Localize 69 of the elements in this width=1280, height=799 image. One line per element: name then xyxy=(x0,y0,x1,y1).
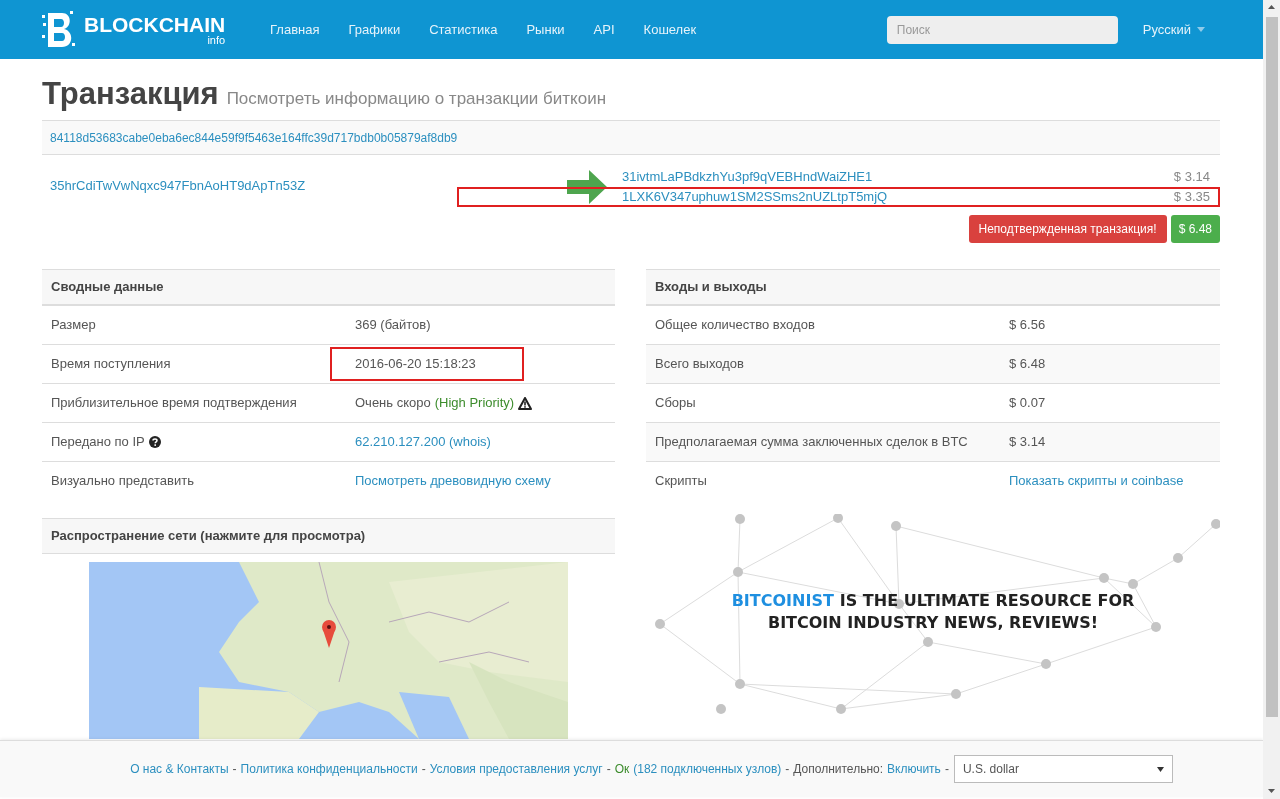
nav-link[interactable]: API xyxy=(593,19,615,40)
separator-text: - xyxy=(785,761,790,778)
ad-brand: BITCOINIST xyxy=(731,589,834,612)
nav-link[interactable]: Кошелек xyxy=(643,19,697,40)
caret-icon xyxy=(1197,27,1205,32)
footer-link[interactable]: (182 подключенных узлов) xyxy=(633,760,782,778)
footer-link[interactable]: Включить xyxy=(887,760,941,778)
row-label: Приблизительное время подтверждения xyxy=(51,394,297,413)
output-amount: $ 3.35 xyxy=(1173,188,1210,207)
row-link[interactable]: 62.210.127.200 (whois) xyxy=(355,434,491,450)
output-amount: $ 3.14 xyxy=(1173,168,1210,187)
brand-subtitle: info xyxy=(207,34,226,46)
currency-select[interactable]: U.S. dollar xyxy=(953,755,1173,783)
help-icon xyxy=(148,436,161,448)
row-value: Очень скоро xyxy=(355,394,431,413)
nav-link[interactable]: Графики xyxy=(348,19,401,40)
status-text: Ок xyxy=(614,761,630,778)
row-link[interactable]: Показать скрипты и coinbase xyxy=(1009,473,1184,489)
footer-link[interactable]: Условия предоставления услуг xyxy=(429,760,603,778)
caret-icon xyxy=(1156,766,1164,772)
separator-text: - xyxy=(944,761,949,778)
separator-text: - xyxy=(232,761,237,778)
nav-link[interactable]: Главная xyxy=(270,19,320,40)
page-subtitle: Посмотреть информацию о транзакции биткоин xyxy=(226,88,607,110)
row-label: Время поступления xyxy=(51,355,171,374)
status-button[interactable]: Неподтвержденная транзакция! xyxy=(968,215,1167,243)
row-label: Предполагаемая сумма заключенных сделок в BTC xyxy=(655,433,968,452)
row-label: Всего выходов xyxy=(655,355,744,374)
transaction-hash[interactable]: 84118d53683cabe0eba6ec844e59f9f5463e164ffc39d717bdb0b05879af8db9 xyxy=(50,128,458,147)
arrow-icon xyxy=(567,170,607,204)
separator-text: - xyxy=(606,761,611,778)
footer-text: Дополнительно: xyxy=(793,761,884,778)
footer-link[interactable]: Политика конфиденциальности xyxy=(240,760,418,778)
scrollbar[interactable] xyxy=(1263,0,1280,799)
section-header: Распространение сети (нажмите для просмотра) xyxy=(42,519,615,554)
search-field[interactable]: Поиск xyxy=(886,15,1118,44)
ad-text: IS THE ULTIMATE RESOURCE FOR xyxy=(839,589,1135,612)
total-button[interactable]: $ 6.48 xyxy=(1170,215,1220,243)
nav-link[interactable]: Рынки xyxy=(526,19,565,40)
brand-name: BLOCKCHAIN xyxy=(84,13,226,35)
input-address[interactable]: 35hrCdiTwVwNqxc947FbnAoHT9dApTn53Z xyxy=(42,167,567,243)
table-header: Входы и выходы xyxy=(646,270,1220,305)
scroll-down-icon[interactable] xyxy=(1268,789,1275,793)
row-label: Сборы xyxy=(655,394,696,413)
warning-icon xyxy=(518,396,533,410)
table-header: Сводные данные xyxy=(42,270,615,305)
row-value: 2016-06-20 15:18:23 xyxy=(355,355,476,374)
priority-note: (High Priority) xyxy=(434,394,515,413)
output-address[interactable]: 1LXK6V347uphuw1SM2SSms2nUZLtpT5mjQ xyxy=(622,187,888,207)
page-title: Транзакция xyxy=(42,75,219,113)
row-label: Визуально представить xyxy=(51,472,194,491)
row-link[interactable]: Посмотреть древовидную схему xyxy=(355,473,551,489)
row-value: $ 0.07 xyxy=(1009,395,1046,411)
row-value: $ 6.48 xyxy=(1009,356,1046,372)
output-address[interactable]: 31ivtmLaPBdkzhYu3pf9qVEBHndWaiZHE1 xyxy=(622,167,873,187)
row-label: Скрипты xyxy=(655,472,707,491)
scroll-up-icon[interactable] xyxy=(1268,5,1275,9)
row-label: Общее количество входов xyxy=(655,316,815,335)
ad-text: BITCOIN INDUSTRY NEWS, REVIEWS! xyxy=(767,611,1099,634)
language-dropdown[interactable]: Русский xyxy=(1142,19,1205,40)
row-value: $ 3.14 xyxy=(1009,434,1046,450)
row-value: 369 (байтов) xyxy=(355,317,431,333)
separator-text: - xyxy=(421,761,426,778)
footer-link[interactable]: О нас & Контакты xyxy=(130,760,229,778)
row-value: $ 6.56 xyxy=(1009,317,1046,333)
scrollbar-thumb[interactable] xyxy=(1265,17,1278,717)
nav-link[interactable]: Статистика xyxy=(429,19,498,40)
row-label: Размер xyxy=(51,316,96,335)
row-label: Передано по IP xyxy=(51,433,145,452)
